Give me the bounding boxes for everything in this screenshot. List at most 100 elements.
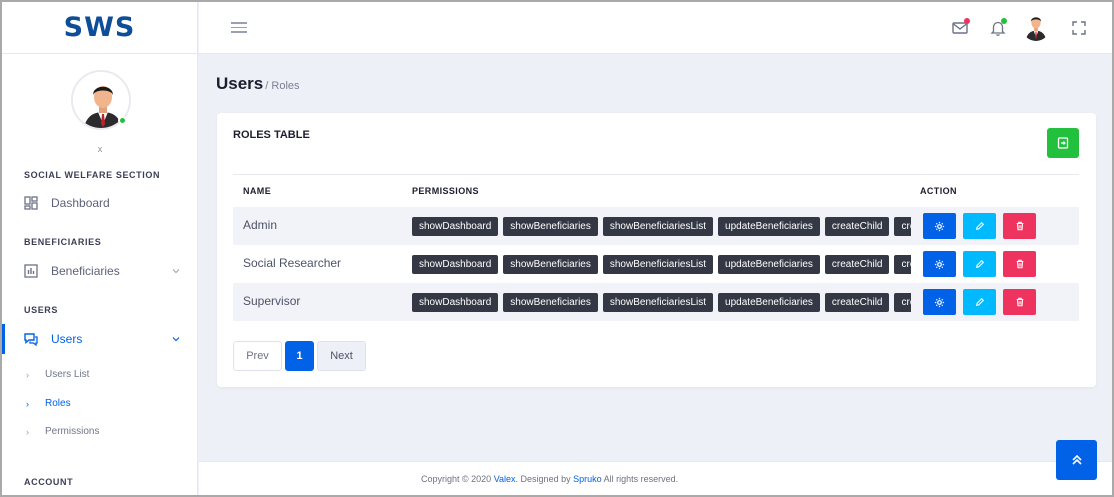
chevron-double-up-icon bbox=[1071, 454, 1082, 465]
profile-name: x bbox=[97, 144, 103, 154]
footer: Copyright © 2020 Valex. Designed by Spru… bbox=[199, 461, 1112, 495]
table-row: Social Researcher showDashboard showBenef… bbox=[233, 245, 1079, 283]
sidebar-subitem-label: Users List bbox=[45, 369, 90, 380]
permission-badge: showDashboard bbox=[412, 255, 499, 274]
permission-badge: crea bbox=[894, 293, 911, 312]
permissions-button[interactable] bbox=[923, 251, 956, 277]
pagination-page-1[interactable]: 1 bbox=[285, 341, 314, 371]
footer-designer-link[interactable]: Spruko bbox=[573, 474, 602, 484]
edit-button[interactable] bbox=[963, 213, 996, 239]
column-header-name: NAME bbox=[243, 186, 272, 196]
mail-badge bbox=[964, 18, 970, 24]
pencil-icon bbox=[975, 297, 984, 307]
pagination-prev[interactable]: Prev bbox=[233, 341, 282, 371]
pencil-icon bbox=[975, 221, 984, 231]
chart-icon bbox=[24, 264, 38, 278]
pencil-icon bbox=[975, 259, 984, 269]
bell-badge bbox=[1001, 18, 1007, 24]
permission-badge: showBeneficiariesList bbox=[602, 293, 714, 312]
chevron-down-icon bbox=[172, 337, 180, 342]
edit-button[interactable] bbox=[963, 289, 996, 315]
breadcrumb: Users / Roles bbox=[216, 74, 300, 94]
page-title: Users bbox=[216, 74, 264, 93]
delete-button[interactable] bbox=[1003, 251, 1036, 277]
chevron-down-icon bbox=[172, 269, 180, 274]
permission-badge: createChild bbox=[824, 293, 890, 312]
export-button[interactable] bbox=[1047, 128, 1079, 158]
permissions-button[interactable] bbox=[923, 213, 956, 239]
dashboard-icon bbox=[24, 196, 38, 210]
online-status-dot bbox=[118, 116, 127, 125]
permission-badge: createChild bbox=[824, 255, 890, 274]
role-name: Social Researcher bbox=[243, 256, 342, 270]
gear-icon bbox=[934, 259, 945, 269]
sidebar-subitem-users-list[interactable]: › Users List bbox=[26, 369, 89, 380]
chevron-right-icon: › bbox=[26, 398, 29, 409]
permission-badge: updateBeneficiaries bbox=[718, 217, 820, 236]
permission-badge: crea bbox=[894, 217, 911, 236]
role-name: Admin bbox=[243, 218, 278, 232]
footer-middle: . Designed by bbox=[515, 474, 574, 484]
sidebar-subitem-label: Roles bbox=[45, 398, 71, 409]
section-title-beneficiaries: BENEFICIARIES bbox=[24, 237, 102, 247]
fullscreen-icon[interactable] bbox=[1070, 19, 1088, 37]
app-window: SWS x SOCIAL WELFARE SECTION Dashboard B… bbox=[0, 0, 1114, 497]
roles-card: ROLES TABLE NAME PERMISSIONS ACTION Admi… bbox=[217, 113, 1096, 387]
permissions-button[interactable] bbox=[923, 289, 956, 315]
gear-icon bbox=[934, 297, 945, 307]
card-title: ROLES TABLE bbox=[233, 129, 310, 141]
sidebar-item-users[interactable]: Users bbox=[2, 324, 198, 354]
trash-icon bbox=[1016, 297, 1023, 307]
sidebar-item-label: Dashboard bbox=[51, 196, 110, 210]
section-title-account: ACCOUNT bbox=[24, 477, 74, 487]
column-header-permissions: PERMISSIONS bbox=[412, 186, 479, 196]
permission-badge: crea bbox=[894, 255, 911, 274]
sidebar-subitem-permissions[interactable]: › Permissions bbox=[26, 426, 99, 437]
permissions-list: showDashboard showBeneficiaries showBenefi… bbox=[412, 217, 911, 237]
permission-badge: showBeneficiariesList bbox=[602, 255, 714, 274]
footer-prefix: Copyright © 2020 bbox=[421, 474, 494, 484]
permissions-list: showDashboard showBeneficiaries showBenefi… bbox=[412, 293, 911, 313]
footer-text: Copyright © 2020 Valex. Designed by Spru… bbox=[421, 474, 678, 484]
top-header bbox=[199, 2, 1112, 54]
permission-badge: showBeneficiariesList bbox=[602, 217, 714, 236]
permission-badge: showDashboard bbox=[412, 217, 499, 236]
logo-bar: SWS bbox=[2, 2, 197, 54]
table-row: Supervisor showDashboard showBeneficiarie… bbox=[233, 283, 1079, 321]
sidebar-subitem-roles[interactable]: › Roles bbox=[26, 398, 71, 409]
permission-badge: showBeneficiaries bbox=[503, 217, 598, 236]
delete-button[interactable] bbox=[1003, 289, 1036, 315]
gear-icon bbox=[934, 221, 945, 231]
chevron-right-icon: › bbox=[26, 426, 29, 437]
delete-button[interactable] bbox=[1003, 213, 1036, 239]
scroll-to-top-button[interactable] bbox=[1056, 440, 1097, 480]
menu-icon[interactable] bbox=[231, 22, 247, 36]
permission-badge: showBeneficiaries bbox=[503, 255, 598, 274]
section-title-social-welfare: SOCIAL WELFARE SECTION bbox=[24, 170, 161, 180]
pagination-next[interactable]: Next bbox=[317, 341, 366, 371]
logo[interactable]: SWS bbox=[64, 12, 136, 43]
sidebar-item-label: Beneficiaries bbox=[51, 264, 120, 278]
sidebar-item-label: Users bbox=[51, 332, 83, 346]
edit-button[interactable] bbox=[963, 251, 996, 277]
sidebar-subitem-label: Permissions bbox=[45, 426, 100, 437]
column-header-action: ACTION bbox=[920, 186, 957, 196]
permission-badge: showBeneficiaries bbox=[503, 293, 598, 312]
role-name: Supervisor bbox=[243, 294, 301, 308]
trash-icon bbox=[1016, 221, 1023, 231]
chevron-right-icon: › bbox=[26, 369, 29, 380]
breadcrumb-current: / Roles bbox=[265, 80, 300, 92]
sidebar-profile: x bbox=[2, 54, 197, 154]
footer-brand-link[interactable]: Valex bbox=[494, 474, 516, 484]
sidebar-item-dashboard[interactable]: Dashboard bbox=[2, 188, 198, 218]
permission-badge: showDashboard bbox=[412, 293, 499, 312]
avatar[interactable] bbox=[1022, 13, 1050, 41]
footer-suffix: All rights reserved. bbox=[601, 474, 679, 484]
trash-icon bbox=[1016, 259, 1023, 269]
card-divider bbox=[233, 174, 1079, 175]
sidebar-item-beneficiaries[interactable]: Beneficiaries bbox=[2, 256, 198, 286]
section-title-users: USERS bbox=[24, 305, 59, 315]
table-row: Admin showDashboard showBeneficiaries show… bbox=[233, 207, 1079, 245]
users-chat-icon bbox=[24, 332, 38, 346]
permission-badge: createChild bbox=[824, 217, 890, 236]
